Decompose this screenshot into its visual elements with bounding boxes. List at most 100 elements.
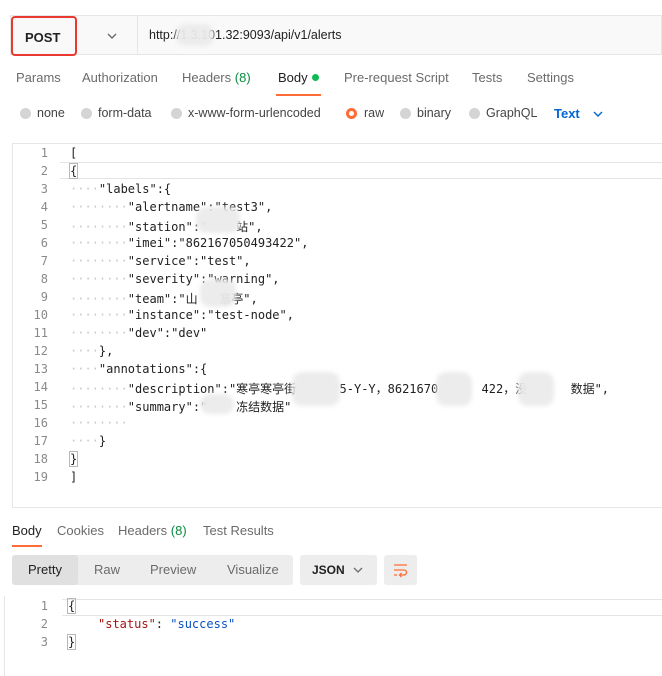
current-line-highlight xyxy=(60,162,662,179)
method-select[interactable]: POST xyxy=(11,16,77,56)
view-pretty[interactable]: Pretty xyxy=(28,562,62,577)
editor-code-line: ····"labels":{ xyxy=(70,182,171,196)
editor-line-number: 8 xyxy=(40,272,48,286)
response-tab-cookies[interactable]: Cookies xyxy=(57,523,104,538)
method-label: POST xyxy=(25,30,61,45)
response-tab-test-results[interactable]: Test Results xyxy=(203,523,274,538)
tab-pre-request-script[interactable]: Pre-request Script xyxy=(344,70,449,85)
editor-code-line: ········"alertname":"test3", xyxy=(70,200,272,214)
editor-code-line: ········"imei":"862167050493422", xyxy=(70,236,308,250)
response-tab-headers[interactable]: Headers (8) xyxy=(118,523,187,538)
chevron-down-icon[interactable] xyxy=(105,29,119,43)
response-key: "status" xyxy=(98,617,156,631)
response-format-label: JSON xyxy=(312,563,345,577)
view-raw[interactable]: Raw xyxy=(94,562,120,577)
editor-indent-guide: ········ xyxy=(70,254,128,268)
editor-code-text: "annotations":{ xyxy=(98,362,208,376)
response-tab-headers-label: Headers xyxy=(118,523,168,538)
redaction-blur xyxy=(200,279,236,307)
editor-line-number: 10 xyxy=(33,308,48,322)
response-close-brace: } xyxy=(66,634,77,650)
view-preview[interactable]: Preview xyxy=(150,562,196,577)
tab-authorization[interactable]: Authorization xyxy=(82,70,158,85)
response-headers-count: (8) xyxy=(170,523,187,538)
editor-code-text: [ xyxy=(70,146,78,160)
editor-code-text: } xyxy=(68,451,79,467)
editor-code-text: { xyxy=(68,163,79,179)
view-visualize[interactable]: Visualize xyxy=(227,562,279,577)
radio-graphql[interactable] xyxy=(469,108,480,119)
editor-line-number: 18 xyxy=(33,452,48,466)
editor-code-text: "service":"test", xyxy=(127,254,251,268)
editor-code-line: ········"service":"test", xyxy=(70,254,251,268)
headers-count: (8) xyxy=(234,70,251,85)
response-tab-body[interactable]: Body xyxy=(12,523,42,538)
redaction-blur xyxy=(436,372,472,406)
editor-code-line: ········"instance":"test-node", xyxy=(70,308,294,322)
tab-body[interactable]: Body xyxy=(278,70,319,85)
url-divider xyxy=(137,16,138,54)
redaction-blur xyxy=(196,207,240,233)
radio-urlencoded[interactable] xyxy=(171,108,182,119)
raw-format-dropdown[interactable]: Text xyxy=(554,106,580,121)
response-status-line: "status": "success" xyxy=(98,617,235,631)
tab-body-label: Body xyxy=(278,70,308,85)
editor-line-number: 15 xyxy=(33,398,48,412)
editor-indent-guide: ········ xyxy=(70,236,128,250)
radio-raw-label: raw xyxy=(364,106,385,120)
editor-code-text: ] xyxy=(70,470,78,484)
radio-none-label: none xyxy=(37,106,65,120)
response-colon: : xyxy=(155,617,171,631)
redaction-blur xyxy=(176,24,214,46)
editor-code-line: ········"severity":"warning", xyxy=(70,272,280,286)
tab-settings[interactable]: Settings xyxy=(527,70,574,85)
editor-indent-guide: ········ xyxy=(70,292,128,306)
radio-graphql-label: GraphQL xyxy=(486,106,538,120)
editor-code-text: }, xyxy=(98,344,114,358)
editor-indent-guide: ········ xyxy=(70,400,128,414)
editor-line-number: 17 xyxy=(33,434,48,448)
editor-code-text: "team":"山 寨亭", xyxy=(127,292,258,306)
editor-code-line: { xyxy=(68,163,79,179)
editor-line-number: 16 xyxy=(33,416,48,430)
editor-code-line: ····"annotations":{ xyxy=(70,362,207,376)
editor-line-number: 13 xyxy=(33,362,48,376)
editor-line-number: 12 xyxy=(33,344,48,358)
tab-tests[interactable]: Tests xyxy=(472,70,502,85)
response-line-number: 1 xyxy=(40,599,48,613)
editor-code-text: "imei":"862167050493422", xyxy=(127,236,309,250)
editor-indent-guide: ···· xyxy=(70,362,99,376)
radio-raw[interactable] xyxy=(346,108,357,119)
response-line-number: 2 xyxy=(40,617,48,631)
redaction-blur xyxy=(200,394,234,414)
editor-indent-guide: ········ xyxy=(70,326,128,340)
radio-binary[interactable] xyxy=(400,108,411,119)
editor-indent-guide: ········ xyxy=(70,382,128,396)
radio-none[interactable] xyxy=(20,108,31,119)
editor-code-line: ········ xyxy=(70,416,128,430)
editor-indent-guide: ···· xyxy=(70,182,99,196)
editor-code-line: [ xyxy=(70,146,77,160)
editor-line-number: 1 xyxy=(40,146,48,160)
editor-code-text: "instance":"test-node", xyxy=(127,308,294,322)
body-indicator-dot xyxy=(311,74,319,81)
editor-line-number: 11 xyxy=(33,326,48,340)
tab-params[interactable]: Params xyxy=(16,70,61,85)
editor-line-number: 14 xyxy=(33,380,48,394)
tab-headers[interactable]: Headers (8) xyxy=(182,70,251,85)
response-value: "success" xyxy=(170,617,236,631)
editor-code-text: "dev":"dev" xyxy=(127,326,208,340)
chevron-down-icon[interactable] xyxy=(352,564,364,576)
editor-code-line: ········"dev":"dev" xyxy=(70,326,207,340)
editor-line-number: 6 xyxy=(40,236,48,250)
radio-form-data-label: form-data xyxy=(98,106,152,120)
wrap-lines-icon xyxy=(394,564,408,578)
editor-indent-guide: ········ xyxy=(70,220,128,234)
editor-code-text: } xyxy=(98,434,107,448)
redaction-blur xyxy=(292,372,340,406)
editor-line-number: 4 xyxy=(40,200,48,214)
radio-form-data[interactable] xyxy=(81,108,92,119)
editor-code-line: ········"summary":" 冻结数据" xyxy=(70,398,291,415)
chevron-down-icon[interactable] xyxy=(592,108,604,120)
editor-indent-guide: ···· xyxy=(70,344,99,358)
